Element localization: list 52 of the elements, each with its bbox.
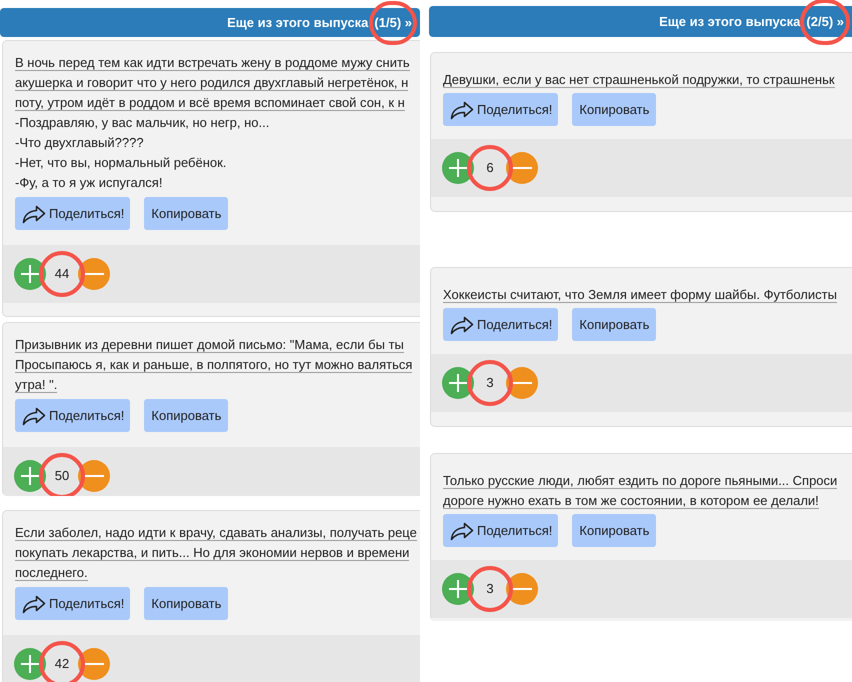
vote-count: 50 — [54, 468, 70, 484]
minus-icon — [512, 382, 532, 384]
plus-icon — [448, 579, 468, 599]
copy-button[interactable]: Копировать — [572, 308, 656, 341]
minus-icon — [84, 663, 104, 665]
share-button[interactable]: Поделиться! — [443, 308, 558, 341]
plus-icon — [448, 373, 468, 393]
vote-count: 6 — [486, 160, 494, 176]
copy-button[interactable]: Копировать — [144, 197, 228, 230]
copy-button[interactable]: Копировать — [144, 587, 228, 620]
minus-icon — [84, 273, 104, 275]
joke-text: Если заболел, надо идти к врачу, сдавать анализы, получать реце покупать лекарства, и пить... Но для экономии нервов и времени последнего. — [15, 524, 417, 583]
share-button[interactable]: Поделиться! — [443, 93, 558, 126]
header-counter[interactable]: (2/5) » — [806, 12, 844, 32]
joke-text: Девушки, если у вас нет страшненькой подружки, то страшненьк — [443, 71, 835, 90]
share-icon — [450, 314, 474, 334]
share-icon — [22, 406, 46, 426]
joke-text: Только русские люди, любят ездить по дороге пьяными... Спроси дороге нужно ехать в том же состоянии, в котором ее делали! — [443, 472, 838, 511]
upvote-button[interactable] — [14, 648, 46, 680]
share-icon — [450, 520, 474, 540]
upvote-button[interactable] — [14, 258, 46, 290]
header-counter[interactable]: (1/5) » — [374, 12, 412, 32]
plus-icon — [20, 264, 40, 284]
upvote-button[interactable] — [442, 367, 474, 399]
joke-text: -Поздравляю, у вас мальчик, но негр, но... -Что двухглавый???? -Нет, что вы, нормальный ребёнок. -Фу, а то я уж испугался! — [15, 114, 270, 192]
joke-text: Призывник из деревни пишет домой письмо: "Мама, если бы ты Просыпаюсь я, как и раньше, в полпятого, но тут можно валяться утра! ". — [15, 336, 412, 395]
plus-icon — [20, 654, 40, 674]
copy-button[interactable]: Копировать — [572, 514, 656, 547]
upvote-button[interactable] — [442, 152, 474, 184]
upvote-button[interactable] — [442, 573, 474, 605]
minus-icon — [84, 475, 104, 477]
vote-count: 42 — [54, 656, 70, 672]
upvote-button[interactable] — [14, 460, 46, 492]
header-title[interactable]: Еще из этого выпуска — [227, 12, 368, 32]
copy-button[interactable]: Копировать — [144, 399, 228, 432]
copy-button[interactable]: Копировать — [572, 93, 656, 126]
vote-count: 44 — [54, 266, 70, 282]
plus-icon — [448, 158, 468, 178]
share-icon — [22, 204, 46, 224]
share-button[interactable]: Поделиться! — [443, 514, 558, 547]
plus-icon — [20, 466, 40, 486]
vote-count: 3 — [486, 581, 494, 597]
vote-count: 3 — [486, 375, 494, 391]
share-button[interactable]: Поделиться! — [15, 197, 130, 230]
joke-text: В ночь перед тем как идти встречать жену в роддоме мужу снить акушерка и говорит что у него родился двухглавый негретёнок, н поту, утром идёт в роддом и всё время вспоминает свой сон, к н — [15, 54, 410, 113]
share-icon — [450, 100, 474, 120]
share-button[interactable]: Поделиться! — [15, 399, 130, 432]
minus-icon — [512, 588, 532, 590]
share-icon — [22, 594, 46, 614]
minus-icon — [512, 167, 532, 169]
share-button[interactable]: Поделиться! — [15, 587, 130, 620]
joke-text: Хоккеисты считают, что Земля имеет форму шайбы. Футболисты — [443, 286, 837, 305]
